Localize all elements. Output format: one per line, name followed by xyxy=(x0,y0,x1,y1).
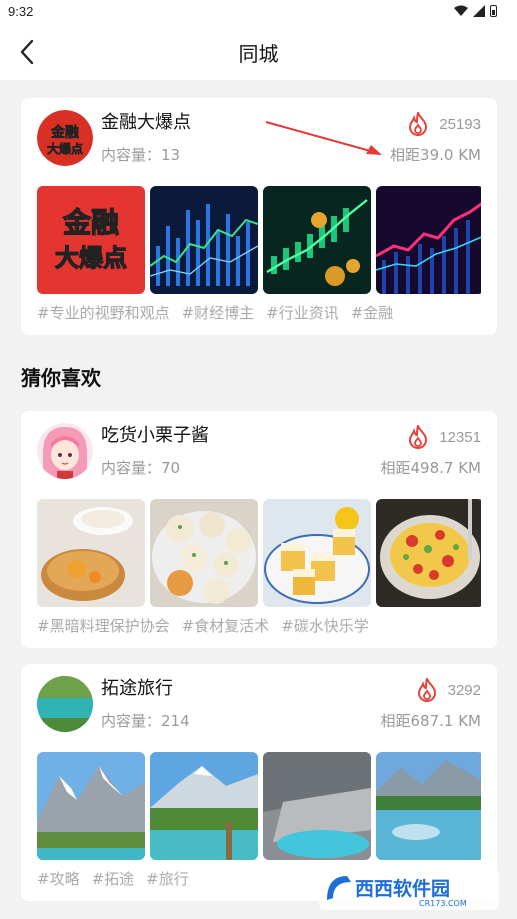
tag-list: #黑暗料理保护协会 #食材复活术 #碳水快乐学 xyxy=(37,615,369,636)
section-title: 猜你喜欢 xyxy=(21,366,101,390)
flame-icon xyxy=(417,678,436,702)
creator-name[interactable]: 拓途旅行 xyxy=(101,674,173,700)
thumbnail-alpine-lake[interactable] xyxy=(150,752,258,860)
featured-creator-card[interactable]: 金融 大爆点 金融大爆点 内容量：13 25193 相距39.0 KM 金融 大… xyxy=(21,98,497,335)
tag[interactable]: #碳水快乐学 xyxy=(281,615,369,636)
thumbnail-logo[interactable]: 金融 大爆点 xyxy=(37,186,145,294)
hot-value: 25193 xyxy=(439,115,481,133)
thumbnail-row: 金融 大爆点 xyxy=(37,186,481,294)
tag-list: #攻略 #拓途 #旅行 xyxy=(37,868,189,889)
hot-score: 25193 xyxy=(407,112,481,136)
tag[interactable]: #食材复活术 xyxy=(182,615,270,636)
avatar[interactable] xyxy=(37,676,93,732)
thumbnail-coin-chart[interactable] xyxy=(263,186,371,294)
thumbnail-fruit-bowl[interactable] xyxy=(376,499,481,607)
thumbnail-row xyxy=(37,499,481,607)
thumbnail-neon-chart[interactable] xyxy=(376,186,481,294)
tag[interactable]: #金融 xyxy=(351,302,394,323)
thumbnail-snow-mountain[interactable] xyxy=(37,752,145,860)
flame-icon xyxy=(409,425,428,449)
wifi-icon xyxy=(454,5,468,16)
page-title: 同城 xyxy=(238,42,279,66)
tag[interactable]: #拓途 xyxy=(92,868,135,889)
thumbnail-pastry-coffee[interactable] xyxy=(37,499,145,607)
distance: 相距498.7 KM xyxy=(380,459,482,477)
hot-score: 12351 xyxy=(407,425,481,449)
thumb-logo-top: 金融 xyxy=(62,206,119,239)
avatar-logo-bottom: 大爆点 xyxy=(47,141,83,156)
thumbnail-glacier-pool[interactable] xyxy=(263,752,371,860)
avatar-logo-top: 金融 xyxy=(50,124,79,141)
status-icons xyxy=(454,5,497,17)
thumb-logo-bottom: 大爆点 xyxy=(55,244,127,272)
watermark-brand: 西西软件园 xyxy=(355,877,450,900)
status-bar: 9:32 xyxy=(0,0,517,24)
battery-icon xyxy=(490,5,497,17)
thumbnail-row xyxy=(37,752,481,860)
avatar[interactable]: 金融 大爆点 xyxy=(37,110,93,166)
recommend-creator-card[interactable]: 吃货小栗子酱 内容量：70 12351 相距498.7 KM #黑暗料理保护协会… xyxy=(21,411,497,648)
tag-list: #专业的视野和观点 #财经博主 #行业资讯 #金融 xyxy=(37,302,393,323)
nav-bar: 同城 xyxy=(0,24,517,80)
recommend-creator-card[interactable]: 拓途旅行 内容量：214 3292 相距687.1 KM #攻略 #拓途 #旅行 xyxy=(21,664,497,901)
tag[interactable]: #行业资讯 xyxy=(266,302,339,323)
status-time: 9:32 xyxy=(8,4,34,19)
watermark-url: CR173.COM xyxy=(419,899,467,908)
hot-value: 3292 xyxy=(447,681,481,699)
distance: 相距687.1 KM xyxy=(380,712,482,730)
tag[interactable]: #财经博主 xyxy=(182,302,255,323)
avatar[interactable] xyxy=(37,423,93,479)
thumbnail-cake-cubes[interactable] xyxy=(263,499,371,607)
tag[interactable]: #黑暗料理保护协会 xyxy=(37,615,170,636)
thumbnail-stock-chart[interactable] xyxy=(150,186,258,294)
signal-icon xyxy=(473,5,485,17)
flame-icon xyxy=(409,112,428,136)
tag[interactable]: #攻略 xyxy=(37,868,80,889)
tag[interactable]: #专业的视野和观点 xyxy=(37,302,170,323)
content-count: 内容量：70 xyxy=(101,459,181,477)
content-count: 内容量：214 xyxy=(101,712,190,730)
thumbnail-mountain-reflection[interactable] xyxy=(376,752,481,860)
tag[interactable]: #旅行 xyxy=(146,868,189,889)
thumbnail-buns[interactable] xyxy=(150,499,258,607)
creator-name[interactable]: 金融大爆点 xyxy=(101,108,191,134)
hot-score: 3292 xyxy=(416,678,481,702)
watermark-logo: 西西软件园 CR173.COM xyxy=(319,868,499,910)
hot-value: 12351 xyxy=(439,428,481,446)
distance: 相距39.0 KM xyxy=(390,146,481,164)
creator-name[interactable]: 吃货小栗子酱 xyxy=(101,421,209,447)
content-count: 内容量：13 xyxy=(101,146,181,164)
